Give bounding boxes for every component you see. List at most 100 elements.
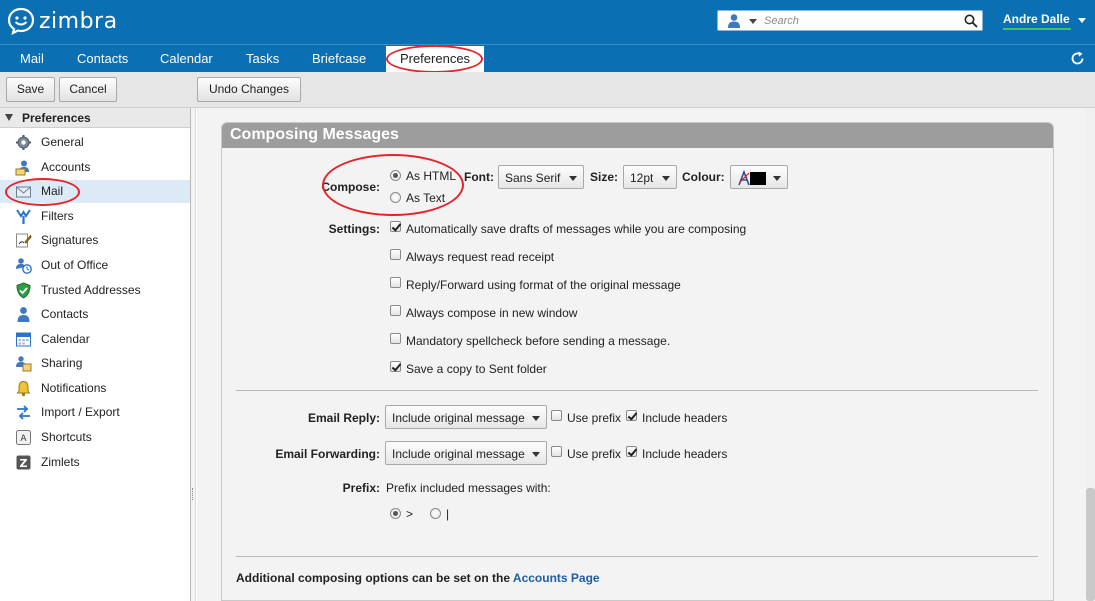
new-window-label[interactable]: Always compose in new window bbox=[406, 306, 577, 320]
font-select[interactable]: Sans Serif bbox=[498, 165, 584, 189]
footer-text: Additional composing options can be set … bbox=[236, 571, 513, 585]
sidebar-item-mail[interactable]: Mail bbox=[0, 180, 190, 203]
gear-icon bbox=[16, 135, 31, 150]
user-menu[interactable]: Andre Dalle bbox=[1003, 12, 1070, 26]
spellcheck-checkbox[interactable] bbox=[390, 333, 401, 344]
user-dropdown-icon[interactable] bbox=[1078, 18, 1086, 23]
save-button[interactable]: Save bbox=[6, 77, 55, 102]
accounts-page-link[interactable]: Accounts Page bbox=[513, 571, 600, 585]
reply-use-prefix-checkbox[interactable] bbox=[551, 410, 562, 421]
keyboard-shortcut-icon: A bbox=[16, 430, 31, 445]
reply-include-headers-checkbox[interactable] bbox=[626, 410, 637, 421]
sidebar-item-general[interactable]: General bbox=[0, 131, 190, 154]
scrollbar-thumb[interactable] bbox=[1086, 488, 1095, 601]
sidebar-item-trusted-addresses[interactable]: Trusted Addresses bbox=[0, 279, 190, 302]
search-type-dropdown-icon[interactable] bbox=[749, 19, 757, 24]
forward-include-headers-checkbox[interactable] bbox=[626, 446, 637, 457]
sidebar-item-label: Calendar bbox=[41, 332, 90, 346]
sidebar-item-import-export[interactable]: Import / Export bbox=[0, 401, 190, 424]
font-select-value: Sans Serif bbox=[505, 171, 561, 185]
save-to-sent-checkbox[interactable] bbox=[390, 361, 401, 372]
cancel-button[interactable]: Cancel bbox=[59, 77, 117, 102]
sidebar-item-label: Mail bbox=[41, 184, 64, 198]
prefix-pipe-radio[interactable] bbox=[430, 508, 441, 519]
sidebar-item-contacts[interactable]: Contacts bbox=[0, 303, 190, 326]
prefix-gt-radio[interactable] bbox=[390, 508, 401, 519]
forward-include-headers-label[interactable]: Include headers bbox=[642, 447, 727, 461]
sidebar-item-zimlets[interactable]: Z Zimlets bbox=[0, 451, 190, 474]
zimlet-icon: Z bbox=[16, 455, 31, 470]
forward-use-prefix-checkbox[interactable] bbox=[551, 446, 562, 457]
reply-use-prefix-label[interactable]: Use prefix bbox=[567, 411, 621, 425]
import-export-icon bbox=[17, 405, 30, 420]
tab-contacts[interactable]: Contacts bbox=[77, 51, 128, 66]
reply-format-checkbox[interactable] bbox=[390, 277, 401, 288]
new-window-checkbox[interactable] bbox=[390, 305, 401, 316]
top-header: zimbra Andre Dalle bbox=[0, 0, 1095, 44]
sidebar-item-out-of-office[interactable]: Out of Office bbox=[0, 254, 190, 277]
sidebar-item-label: Filters bbox=[41, 209, 74, 223]
compose-as-text-label[interactable]: As Text bbox=[406, 191, 445, 205]
divider bbox=[236, 390, 1038, 391]
read-receipt-label[interactable]: Always request read receipt bbox=[406, 250, 554, 264]
tab-preferences[interactable]: Preferences bbox=[386, 46, 484, 73]
font-label: Font: bbox=[464, 170, 494, 184]
app-tab-bar: Mail Contacts Calendar Tasks Briefcase P… bbox=[0, 44, 1095, 73]
sidebar-item-accounts[interactable]: Accounts bbox=[0, 156, 190, 179]
spellcheck-label[interactable]: Mandatory spellcheck before sending a me… bbox=[406, 334, 670, 348]
sidebar-item-sharing[interactable]: Sharing bbox=[0, 352, 190, 375]
search-icon[interactable] bbox=[964, 14, 978, 28]
forward-use-prefix-label[interactable]: Use prefix bbox=[567, 447, 621, 461]
search-type-person-icon[interactable] bbox=[727, 13, 741, 29]
reply-format-label[interactable]: Reply/Forward using format of the origin… bbox=[406, 278, 681, 292]
auto-save-drafts-checkbox[interactable] bbox=[390, 221, 401, 232]
main-scrollbar[interactable] bbox=[1086, 108, 1095, 601]
colour-label: Colour: bbox=[682, 170, 725, 184]
user-presence-bar bbox=[1003, 28, 1071, 30]
email-forwarding-value: Include original message bbox=[392, 447, 525, 461]
sidebar-item-label: Sharing bbox=[41, 356, 83, 370]
collapse-triangle-icon[interactable] bbox=[5, 114, 13, 121]
envelope-icon bbox=[16, 186, 31, 198]
sidebar-item-filters[interactable]: Filters bbox=[0, 205, 190, 228]
save-to-sent-label[interactable]: Save a copy to Sent folder bbox=[406, 362, 547, 376]
undo-changes-button[interactable]: Undo Changes bbox=[197, 77, 301, 102]
out-of-office-icon bbox=[16, 258, 32, 274]
compose-as-html-radio[interactable] bbox=[390, 170, 401, 181]
search-input[interactable] bbox=[764, 12, 960, 29]
sidebar-header[interactable]: Preferences bbox=[0, 108, 190, 128]
text-colour-icon bbox=[738, 169, 766, 186]
size-select[interactable]: 12pt bbox=[623, 165, 677, 189]
sharing-icon bbox=[16, 356, 32, 372]
zimbra-smiley-icon bbox=[7, 7, 35, 36]
footer-note: Additional composing options can be set … bbox=[236, 571, 600, 585]
compose-as-text-radio[interactable] bbox=[390, 192, 401, 203]
tab-mail[interactable]: Mail bbox=[20, 51, 44, 66]
sidebar-item-shortcuts[interactable]: A Shortcuts bbox=[0, 426, 190, 449]
settings-label: Settings: bbox=[328, 222, 380, 236]
tab-calendar[interactable]: Calendar bbox=[160, 51, 213, 66]
sidebar-item-calendar[interactable]: Calendar bbox=[0, 328, 190, 351]
sidebar-item-label: Import / Export bbox=[41, 405, 120, 419]
sidebar-splitter[interactable] bbox=[191, 108, 196, 601]
read-receipt-checkbox[interactable] bbox=[390, 249, 401, 260]
compose-as-html-label[interactable]: As HTML bbox=[406, 169, 456, 183]
auto-save-drafts-label[interactable]: Automatically save drafts of messages wh… bbox=[406, 222, 746, 236]
sidebar-item-notifications[interactable]: Notifications bbox=[0, 377, 190, 400]
colour-select[interactable] bbox=[730, 165, 788, 189]
tab-briefcase[interactable]: Briefcase bbox=[312, 51, 366, 66]
email-forwarding-label: Email Forwarding: bbox=[275, 447, 380, 461]
prefix-description: Prefix included messages with: bbox=[386, 481, 551, 495]
zimbra-logo[interactable]: zimbra bbox=[6, 6, 118, 36]
tab-tasks[interactable]: Tasks bbox=[246, 51, 279, 66]
search-box[interactable] bbox=[717, 10, 983, 31]
sidebar-item-signatures[interactable]: Signatures bbox=[0, 229, 190, 252]
prefix-pipe-label[interactable]: | bbox=[446, 507, 449, 521]
email-reply-select[interactable]: Include original message bbox=[385, 405, 547, 429]
email-forwarding-select[interactable]: Include original message bbox=[385, 441, 547, 465]
prefix-gt-label[interactable]: > bbox=[406, 507, 413, 521]
splitter-grip[interactable] bbox=[192, 488, 195, 500]
refresh-icon[interactable] bbox=[1069, 50, 1086, 67]
compose-label: Compose: bbox=[321, 180, 380, 194]
reply-include-headers-label[interactable]: Include headers bbox=[642, 411, 727, 425]
